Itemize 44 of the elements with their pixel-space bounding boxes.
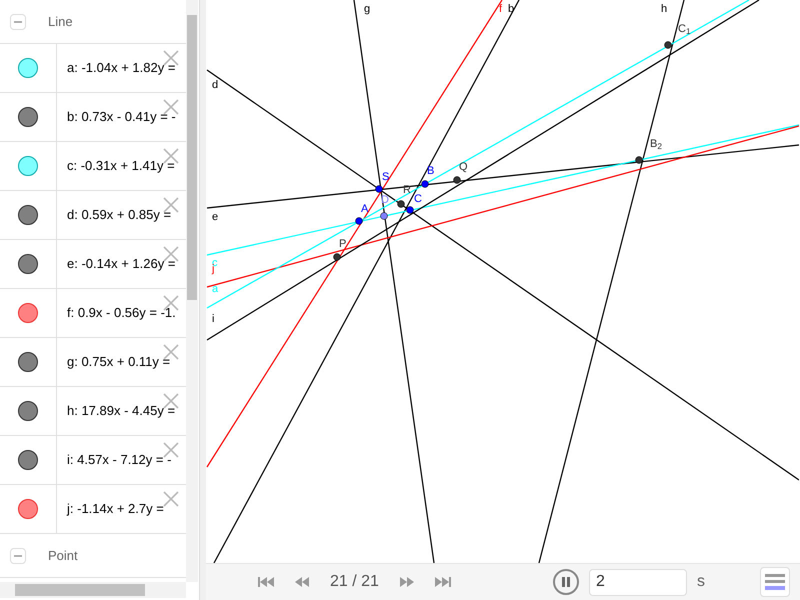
point-label: C$_{1}$ [678, 24, 691, 35]
point-label: S [382, 172, 390, 183]
pause-button[interactable] [552, 569, 579, 595]
unit-label: s [696, 572, 705, 592]
equation-text[interactable]: e: -0.14x + 1.26y = [57, 254, 176, 274]
point-label: R [403, 185, 411, 196]
algebra-icon [764, 572, 786, 592]
delete-icon[interactable] [162, 147, 180, 165]
geometry-drawing[interactable] [206, 0, 799, 563]
speed-field[interactable]: 2 [588, 568, 687, 596]
equation-text[interactable]: f: 0.9x - 0.56y = -1. [57, 303, 176, 323]
point-label: B$_{2}$ [650, 139, 662, 150]
point-label: Q [459, 162, 468, 173]
step-counter: 21 / 21 [330, 572, 379, 592]
line-label: j [212, 264, 214, 275]
equation-text[interactable]: j: -1.14x + 2.7y = [57, 499, 164, 519]
line-label: c [212, 258, 218, 269]
line-label: h [661, 4, 668, 15]
line-label: e [212, 212, 218, 223]
point-label: B [427, 166, 434, 177]
collapse-button[interactable] [10, 548, 26, 564]
equation-text[interactable]: d: 0.59x + 0.85y = [57, 205, 172, 225]
equation-text[interactable]: a: -1.04x + 1.82y = [57, 58, 176, 78]
line-label: a [212, 284, 218, 295]
group-title: Point [48, 546, 78, 565]
line-label: f [499, 4, 502, 15]
vertical-scrollbar[interactable] [186, 0, 198, 582]
equation-text[interactable]: h: 17.89x - 4.45y = [57, 401, 176, 421]
point-label: A [361, 204, 368, 215]
line-label: g [364, 4, 370, 15]
line-label: i [212, 314, 214, 325]
equation-text[interactable]: i: 4.57x - 7.12y = - [57, 450, 172, 470]
equation-text[interactable]: g: 0.75x + 0.11y = [57, 352, 170, 372]
equation-text[interactable]: b: 0.73x - 0.41y = - [57, 107, 176, 127]
point-label: C [414, 194, 422, 205]
pause-icon [560, 577, 571, 587]
horizontal-scrollbar[interactable] [0, 582, 186, 598]
point-label: P [339, 239, 346, 250]
line-label: d [212, 80, 218, 91]
equation-text[interactable]: c: -0.31x + 1.41y = [57, 156, 175, 176]
collapse-button[interactable] [10, 14, 26, 30]
group-title: Line [48, 12, 73, 31]
algebra-view-button[interactable] [760, 567, 790, 597]
delete-icon[interactable] [162, 392, 180, 410]
